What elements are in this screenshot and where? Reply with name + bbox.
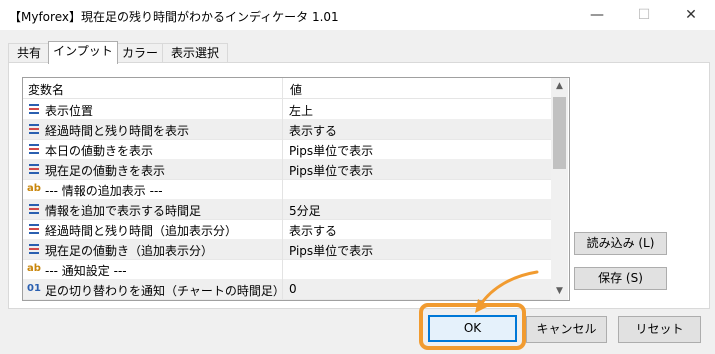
tab-inputs[interactable]: インプット bbox=[48, 41, 118, 64]
